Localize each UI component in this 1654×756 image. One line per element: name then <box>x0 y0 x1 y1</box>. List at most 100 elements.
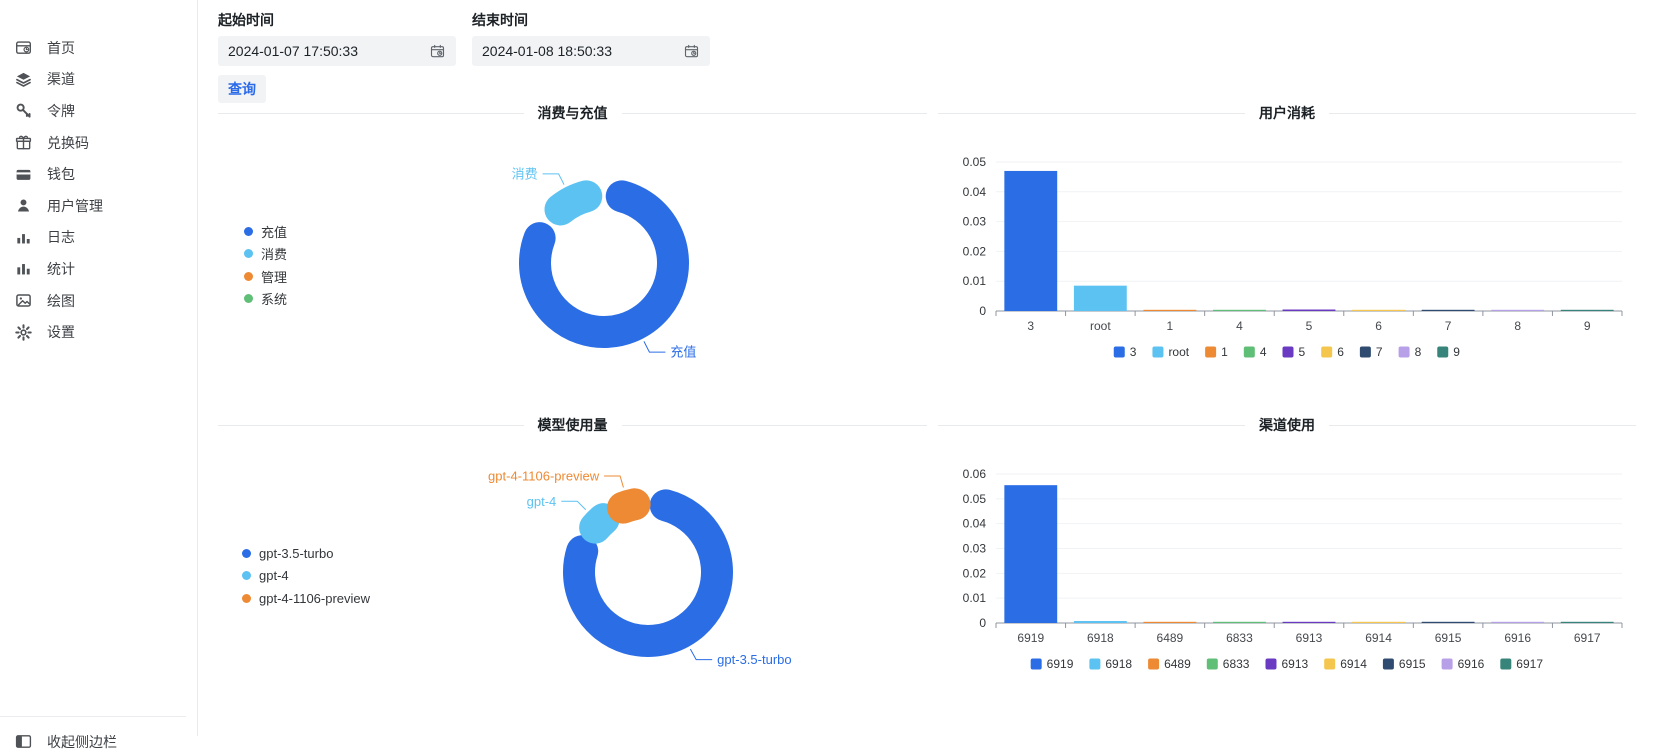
sidebar-item-label: 首页 <box>47 38 75 58</box>
pie-slice-gpt-4-1106-preview[interactable] <box>623 504 635 507</box>
sidebar-item-label: 渠道 <box>47 69 75 89</box>
start-time-value[interactable] <box>228 43 428 59</box>
y-axis-tick-label: 0.04 <box>963 185 987 199</box>
end-time-input[interactable] <box>472 36 710 66</box>
legend-swatch <box>1031 659 1042 670</box>
pie-slice-gpt-4[interactable] <box>595 519 604 528</box>
bar-8[interactable] <box>1491 310 1544 311</box>
sidebar-item-label: 令牌 <box>47 101 75 121</box>
divider-line <box>1329 425 1636 426</box>
layers-icon <box>14 71 32 88</box>
x-axis-category-label: 6919 <box>1017 631 1044 645</box>
legend-item-充值[interactable]: 充值 <box>244 220 287 243</box>
divider-line <box>622 113 928 114</box>
x-axis-category-label: 7 <box>1445 319 1452 333</box>
sidebar-item-label: 日志 <box>47 227 75 247</box>
legend-label: 8 <box>1415 345 1422 359</box>
sidebar-item-logs[interactable]: 日志 <box>0 222 197 254</box>
sidebar-item-drawing[interactable]: 绘图 <box>0 285 197 317</box>
chart-title-channel-usage: 渠道使用 <box>1259 415 1315 435</box>
bar-7[interactable] <box>1422 310 1475 311</box>
sidebar-item-channels[interactable]: 渠道 <box>0 64 197 96</box>
legend-item-3[interactable]: 3 <box>1114 345 1137 359</box>
legend-item-1[interactable]: 1 <box>1205 345 1228 359</box>
bar-6916[interactable] <box>1491 622 1544 623</box>
bar-6914[interactable] <box>1352 622 1405 623</box>
legend-item-gpt-4-1106-preview[interactable]: gpt-4-1106-preview <box>242 587 370 610</box>
legend-label: 5 <box>1299 345 1306 359</box>
divider-line <box>938 113 1245 114</box>
legend-item-4[interactable]: 4 <box>1244 345 1267 359</box>
legend-item-gpt-4[interactable]: gpt-4 <box>242 565 370 588</box>
legend-item-6918[interactable]: 6918 <box>1089 657 1132 671</box>
legend-item-6914[interactable]: 6914 <box>1324 657 1367 671</box>
x-axis-category-label: 6918 <box>1087 631 1114 645</box>
wallet-icon <box>14 166 32 183</box>
legend-item-6833[interactable]: 6833 <box>1207 657 1250 671</box>
sidebar-item-redemptions[interactable]: 兑换码 <box>0 127 197 159</box>
divider-line <box>622 425 928 426</box>
bar-6489[interactable] <box>1143 622 1196 623</box>
legend-swatch <box>1089 659 1100 670</box>
x-axis-category-label: 6914 <box>1365 631 1392 645</box>
chart-title-consumption-recharge: 消费与充值 <box>538 103 608 123</box>
legend-item-6917[interactable]: 6917 <box>1500 657 1543 671</box>
legend-item-6915[interactable]: 6915 <box>1383 657 1426 671</box>
pie-slice-消费[interactable] <box>560 196 586 209</box>
bar-chart-channel-usage: 00.010.020.030.040.050.06691969186489683… <box>938 410 1636 700</box>
legend-item-6913[interactable]: 6913 <box>1265 657 1308 671</box>
legend-label: gpt-4 <box>259 568 289 583</box>
legend-item-管理[interactable]: 管理 <box>244 265 287 288</box>
sidebar-item-settings[interactable]: 设置 <box>0 316 197 348</box>
legend-item-6916[interactable]: 6916 <box>1442 657 1485 671</box>
sidebar-item-stats[interactable]: 统计 <box>0 253 197 285</box>
collapse-sidebar-button[interactable]: 收起侧边栏 <box>0 716 186 756</box>
x-axis-category-label: 6 <box>1375 319 1382 333</box>
bar-6917[interactable] <box>1561 622 1614 623</box>
legend-swatch <box>1283 347 1294 358</box>
legend-swatch <box>1205 347 1216 358</box>
legend-label: root <box>1168 345 1189 359</box>
bar-6919[interactable] <box>1004 485 1057 623</box>
bar-4[interactable] <box>1213 310 1266 311</box>
legend-label: 管理 <box>261 267 287 286</box>
sidebar-item-tokens[interactable]: 令牌 <box>0 95 197 127</box>
bar-1[interactable] <box>1143 310 1196 311</box>
sidebar-item-home[interactable]: 首页 <box>0 32 197 64</box>
bar-6918[interactable] <box>1074 621 1127 623</box>
y-axis-tick-label: 0 <box>979 304 986 318</box>
chart-card-model-usage: gpt-3.5-turbogpt-4gpt-4-1106-preview 模型使… <box>218 410 927 726</box>
pie-label-line <box>543 174 564 185</box>
bar-3[interactable] <box>1004 171 1057 311</box>
x-axis-category-label: 6913 <box>1296 631 1323 645</box>
legend-item-7[interactable]: 7 <box>1360 345 1383 359</box>
bar-6[interactable] <box>1352 310 1405 311</box>
sidebar-item-wallet[interactable]: 钱包 <box>0 158 197 190</box>
start-time-label: 起始时间 <box>218 10 456 29</box>
legend-item-root[interactable]: root <box>1152 345 1189 359</box>
x-axis-category-label: 6489 <box>1157 631 1184 645</box>
calendar-icon[interactable] <box>682 43 700 60</box>
legend-item-6[interactable]: 6 <box>1321 345 1344 359</box>
legend-item-8[interactable]: 8 <box>1399 345 1422 359</box>
end-time-value[interactable] <box>482 43 682 59</box>
legend-swatch <box>1114 347 1125 358</box>
bar-root[interactable] <box>1074 286 1127 311</box>
sidebar-item-users[interactable]: 用户管理 <box>0 190 197 222</box>
bar-6913[interactable] <box>1283 622 1336 623</box>
legend-item-6919[interactable]: 6919 <box>1031 657 1074 671</box>
legend-item-系统[interactable]: 系统 <box>244 288 287 311</box>
legend-item-9[interactable]: 9 <box>1437 345 1460 359</box>
legend-dot <box>244 227 253 236</box>
bar-5[interactable] <box>1283 310 1336 311</box>
y-axis-tick-label: 0.05 <box>963 155 987 169</box>
bar-6915[interactable] <box>1422 622 1475 623</box>
start-time-input[interactable] <box>218 36 456 66</box>
legend-item-6489[interactable]: 6489 <box>1148 657 1191 671</box>
legend-item-5[interactable]: 5 <box>1283 345 1306 359</box>
legend-item-消费[interactable]: 消费 <box>244 243 287 266</box>
bar-9[interactable] <box>1561 310 1614 311</box>
calendar-icon[interactable] <box>428 43 446 60</box>
legend-item-gpt-3.5-turbo[interactable]: gpt-3.5-turbo <box>242 542 370 565</box>
bar-6833[interactable] <box>1213 622 1266 623</box>
